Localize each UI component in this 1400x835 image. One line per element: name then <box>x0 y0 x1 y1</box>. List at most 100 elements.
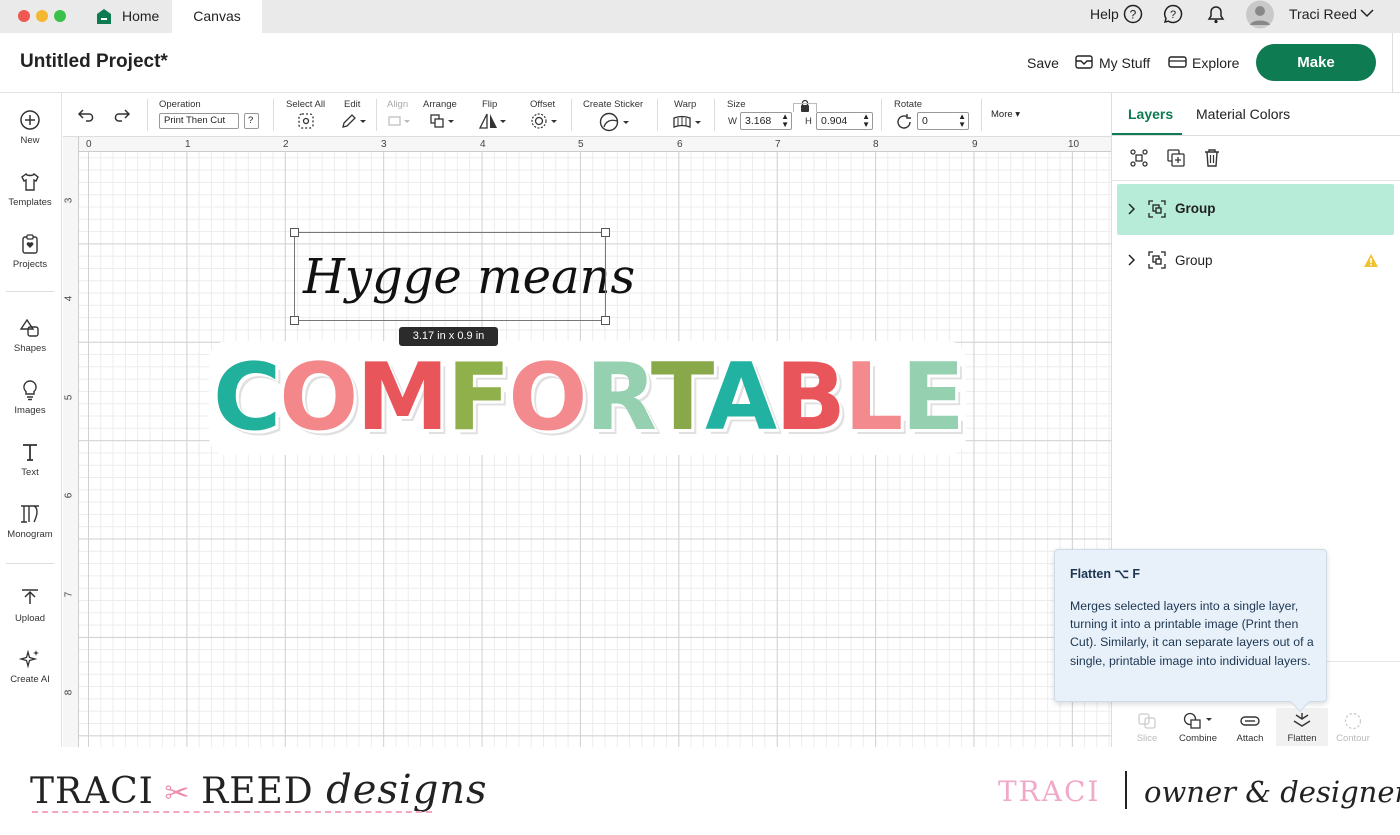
ruler-y-tick: 3 <box>63 197 75 204</box>
sidebar-item-upload[interactable]: Upload <box>0 587 60 624</box>
footer-divider <box>1125 771 1127 809</box>
sidebar-item-text[interactable]: Text <box>0 441 60 478</box>
vertical-ruler: 3 4 5 6 7 8 <box>63 137 79 747</box>
width-input[interactable]: 3.168 ▲ ▼ <box>740 112 792 130</box>
group-icon[interactable] <box>1129 148 1149 168</box>
offset-label: Offset <box>530 99 556 110</box>
tab-home[interactable]: Home <box>90 0 172 33</box>
more-label: More <box>991 109 1013 120</box>
operation-label: Operation <box>159 99 201 110</box>
duplicate-icon[interactable] <box>1166 148 1186 168</box>
header-edge <box>1392 33 1400 93</box>
scissors-icon: ✂ <box>153 776 202 811</box>
contour-button[interactable]: Contour <box>1330 712 1376 744</box>
help-button[interactable]: Help <box>1090 0 1119 33</box>
layer-name: Group <box>1175 253 1213 268</box>
attach-label: Attach <box>1236 733 1264 744</box>
avatar[interactable] <box>1245 0 1275 29</box>
minimize-window-button[interactable] <box>36 10 48 22</box>
bell-icon[interactable] <box>1207 5 1225 24</box>
resize-handle-bottom-right[interactable] <box>601 316 610 325</box>
sidebar-item-new[interactable]: New <box>0 109 60 146</box>
app-tab-bar: Home Canvas Help ? ? Traci Reed <box>0 0 1400 33</box>
sidebar-item-create-ai[interactable]: Create AI <box>0 648 60 685</box>
flatten-button[interactable]: Flatten <box>1276 708 1328 746</box>
word-letter: B <box>775 343 846 451</box>
user-menu[interactable]: Traci Reed <box>1289 0 1357 33</box>
resize-handle-top-left[interactable] <box>290 228 299 237</box>
resize-handle-top-right[interactable] <box>601 228 610 237</box>
word-letter: F <box>446 343 511 451</box>
chevron-down-icon[interactable] <box>1360 9 1374 18</box>
height-stepper-icon[interactable]: ▲ ▼ <box>862 113 870 129</box>
sidebar-label-templates: Templates <box>8 197 52 208</box>
combine-button[interactable]: Combine <box>1175 712 1221 744</box>
sticker-icon[interactable] <box>599 112 631 132</box>
sidebar-label-text: Text <box>21 467 39 478</box>
sidebar-divider <box>6 291 54 292</box>
rotate-icon <box>897 114 911 129</box>
combine-icon <box>1183 712 1212 729</box>
redo-icon[interactable] <box>111 108 131 122</box>
height-input[interactable]: 0.904 ▲ ▼ <box>816 112 873 130</box>
undo-icon[interactable] <box>77 108 97 122</box>
selection-box[interactable] <box>290 228 610 325</box>
paperclip-icon <box>1240 716 1260 726</box>
attach-button[interactable]: Attach <box>1227 712 1273 744</box>
more-menu-button[interactable]: More ▾ <box>991 109 1020 120</box>
tab-canvas[interactable]: Canvas <box>172 0 262 33</box>
comfortable-word-image[interactable]: COMFORTABLE <box>213 347 965 447</box>
project-title[interactable]: Untitled Project* <box>20 51 168 73</box>
close-window-button[interactable] <box>18 10 30 22</box>
toolbar-divider <box>376 99 377 131</box>
tab-material-colors[interactable]: Material Colors <box>1196 106 1290 122</box>
save-button[interactable]: Save <box>1027 55 1059 71</box>
group-layer-icon <box>1148 251 1166 269</box>
maximize-window-button[interactable] <box>54 10 66 22</box>
chevron-right-icon[interactable] <box>1127 203 1135 215</box>
design-canvas[interactable]: 0 1 2 3 4 5 6 7 8 9 10 3 4 5 6 7 8 COMFO… <box>63 137 1111 747</box>
layer-row-group-1[interactable]: Group <box>1117 184 1394 235</box>
help-circle-icon[interactable]: ? <box>1123 4 1143 24</box>
rotate-stepper-icon[interactable]: ▲ ▼ <box>958 113 966 129</box>
align-icon[interactable] <box>387 114 411 128</box>
sidebar-item-templates[interactable]: Templates <box>0 171 60 208</box>
trash-icon[interactable] <box>1203 148 1221 168</box>
upload-icon <box>22 589 38 604</box>
layer-row-group-2[interactable]: Group <box>1117 235 1394 286</box>
width-value: 3.168 <box>745 115 772 127</box>
operation-select[interactable]: Print Then Cut <box>159 113 239 129</box>
explore-button[interactable]: Explore <box>1192 55 1239 71</box>
select-all-icon[interactable] <box>297 112 315 130</box>
sidebar-item-images[interactable]: Images <box>0 379 60 416</box>
slice-label: Slice <box>1136 733 1158 744</box>
word-letter: R <box>585 343 652 451</box>
warp-label: Warp <box>674 99 697 110</box>
word-letter: C <box>213 343 281 451</box>
flip-icon[interactable] <box>478 112 506 130</box>
warning-icon[interactable] <box>1363 253 1379 268</box>
arrange-icon[interactable] <box>429 113 455 129</box>
resize-handle-bottom-left[interactable] <box>290 316 299 325</box>
offset-icon[interactable] <box>530 112 558 130</box>
pencil-icon[interactable] <box>341 113 367 129</box>
user-name: Traci Reed <box>1289 6 1357 22</box>
tab-layers[interactable]: Layers <box>1128 106 1173 122</box>
operation-help-button[interactable]: ? <box>244 113 259 129</box>
word-letter: L <box>844 343 903 451</box>
sidebar-item-monogram[interactable]: Monogram <box>0 503 60 540</box>
width-stepper-icon[interactable]: ▲ ▼ <box>781 113 789 129</box>
my-stuff-button[interactable]: My Stuff <box>1099 55 1150 71</box>
sidebar-item-shapes[interactable]: Shapes <box>0 317 60 354</box>
monogram-icon <box>21 505 39 523</box>
support-chat-icon[interactable]: ? <box>1163 4 1183 24</box>
warp-icon[interactable] <box>672 114 702 130</box>
rotate-input[interactable]: 0 ▲ ▼ <box>917 112 969 130</box>
ruler-x-tick: 7 <box>775 139 781 150</box>
toolbar-divider <box>657 99 658 131</box>
sidebar-label-projects: Projects <box>12 259 48 270</box>
sidebar-item-projects[interactable]: Projects <box>0 233 60 270</box>
chevron-right-icon[interactable] <box>1127 254 1135 266</box>
slice-button[interactable]: Slice <box>1124 712 1170 744</box>
make-button[interactable]: Make <box>1256 44 1376 81</box>
